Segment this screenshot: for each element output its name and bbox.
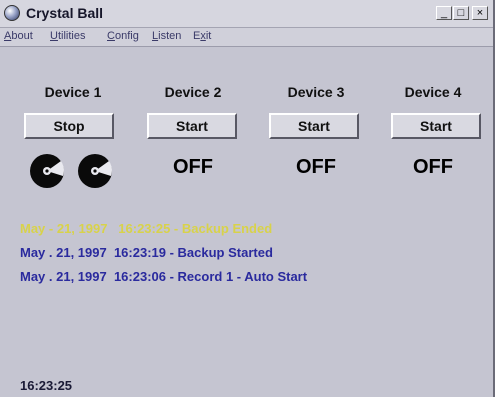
crystal-ball-icon[interactable] (4, 5, 20, 21)
minimize-button[interactable]: _ (436, 6, 452, 20)
menu-listen[interactable]: Listen (152, 30, 181, 42)
device-3-label: Device 3 (287, 84, 345, 100)
tape-reel-icon (30, 154, 64, 188)
log-entry: May . 21, 1997 16:23:06 - Record 1 - Aut… (20, 269, 308, 284)
menu-about[interactable]: About (4, 30, 33, 42)
device-1-stop-button[interactable]: Stop (24, 113, 114, 139)
device-4-label: Device 4 (404, 84, 462, 100)
close-button[interactable]: × (472, 6, 488, 20)
maximize-button[interactable]: □ (453, 6, 469, 20)
device-4-start-button[interactable]: Start (391, 113, 481, 139)
menu-config[interactable]: Config (107, 30, 139, 42)
device-1-label: Device 1 (44, 84, 102, 100)
window-title: Crystal Ball (26, 5, 104, 21)
tape-reels-icon (30, 154, 112, 188)
tape-reel-icon (78, 154, 112, 188)
title-bar[interactable]: Crystal Ball _ □ × (0, 0, 493, 28)
log-entry: May . 21, 1997 16:23:19 - Backup Started (20, 245, 273, 260)
device-3-start-button[interactable]: Start (269, 113, 359, 139)
menu-bar: About Utilities Config Listen Exit (0, 28, 493, 47)
app-window: Crystal Ball _ □ × About Utilities Confi… (0, 0, 495, 397)
menu-exit[interactable]: Exit (193, 30, 211, 42)
device-2-label: Device 2 (164, 84, 222, 100)
log-entry: May - 21, 1997 16:23:25 - Backup Ended (20, 221, 273, 236)
device-2-status: OFF (173, 156, 213, 178)
device-3-status: OFF (296, 156, 336, 178)
device-2-start-button[interactable]: Start (147, 113, 237, 139)
device-4-status: OFF (413, 156, 453, 178)
status-clock: 16:23:25 (20, 378, 73, 393)
menu-utilities[interactable]: Utilities (50, 30, 85, 42)
